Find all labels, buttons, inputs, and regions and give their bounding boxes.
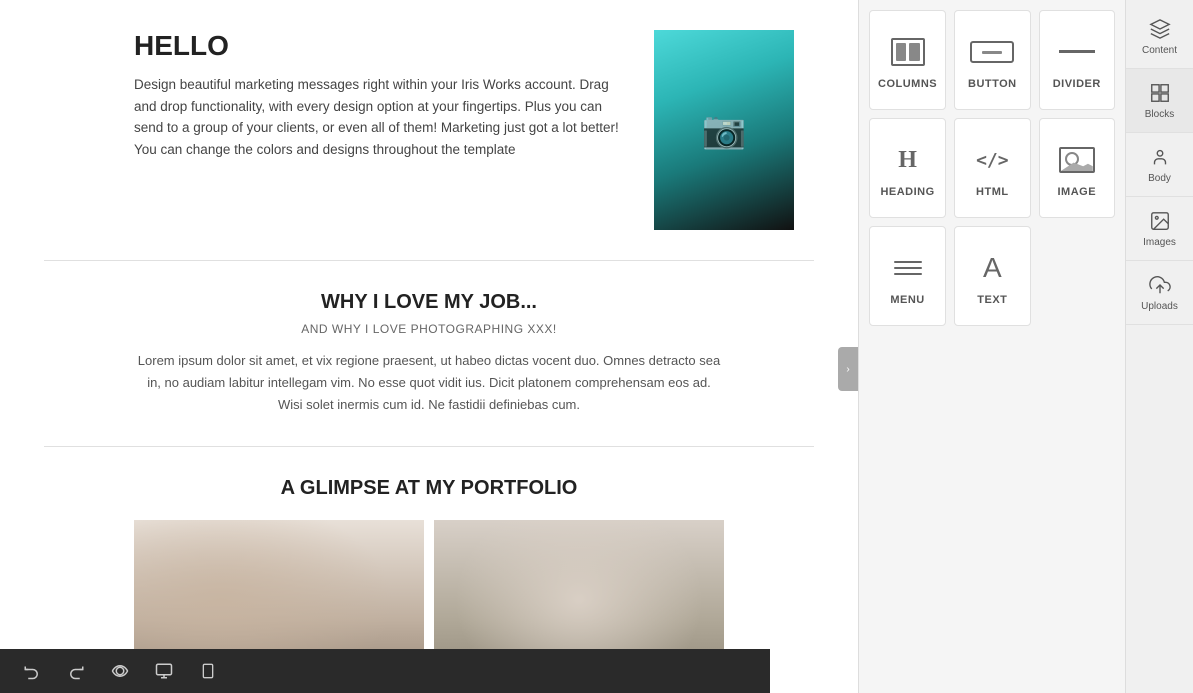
text-icon: A <box>983 250 1002 286</box>
component-button[interactable]: BUTTON <box>954 10 1030 110</box>
undo-button[interactable] <box>16 655 48 687</box>
love-body: Lorem ipsum dolor sit amet, et vix regio… <box>134 350 724 416</box>
component-divider[interactable]: DIVIDER <box>1039 10 1115 110</box>
hello-body: Design beautiful marketing messages righ… <box>134 74 634 160</box>
nav-item-images[interactable]: Images <box>1126 197 1193 261</box>
content-icon <box>1148 17 1172 41</box>
redo-button[interactable] <box>60 655 92 687</box>
images-icon <box>1148 209 1172 233</box>
preview-button[interactable] <box>104 655 136 687</box>
portfolio-heading: A GLIMPSE AT MY PORTFOLIO <box>134 477 724 500</box>
panel-toggle-button[interactable]: › <box>838 347 858 391</box>
text-label: TEXT <box>977 294 1007 306</box>
mobile-button[interactable] <box>192 655 224 687</box>
divider-label: DIVIDER <box>1053 78 1101 90</box>
component-text[interactable]: A TEXT <box>954 226 1030 326</box>
button-label: BUTTON <box>968 78 1017 90</box>
menu-label: MENU <box>890 294 924 306</box>
nav-item-blocks[interactable]: Blocks <box>1126 69 1193 133</box>
image-label: IMAGE <box>1057 186 1096 198</box>
html-label: HTML <box>976 186 1009 198</box>
right-panel: COLUMNS BUTTON DIVIDER H HEADING </ <box>858 0 1193 693</box>
nav-item-uploads[interactable]: Uploads <box>1126 261 1193 325</box>
html-icon: </> <box>976 142 1009 178</box>
content-label: Content <box>1142 45 1177 56</box>
love-heading: WHY I LOVE MY JOB... <box>134 291 724 314</box>
nav-item-body[interactable]: Body <box>1126 133 1193 197</box>
uploads-icon <box>1148 273 1172 297</box>
image-icon <box>1059 142 1095 178</box>
blocks-icon <box>1148 81 1172 105</box>
menu-icon <box>894 250 922 286</box>
heading-label: HEADING <box>880 186 934 198</box>
nav-item-content[interactable]: Content <box>1126 5 1193 69</box>
component-columns[interactable]: COLUMNS <box>869 10 946 110</box>
columns-label: COLUMNS <box>878 78 937 90</box>
section-hello: HELLO Design beautiful marketing message… <box>44 0 814 261</box>
images-label: Images <box>1143 237 1176 248</box>
bottom-toolbar <box>0 649 770 693</box>
component-html[interactable]: </> HTML <box>954 118 1030 218</box>
columns-icon <box>891 34 925 70</box>
chevron-right-icon: › <box>846 364 849 375</box>
component-grid: COLUMNS BUTTON DIVIDER H HEADING </ <box>859 0 1125 693</box>
hello-image <box>654 30 794 230</box>
right-nav: Content Blocks Body <box>1125 0 1193 693</box>
button-icon <box>970 34 1014 70</box>
main-content: HELLO Design beautiful marketing message… <box>0 0 858 693</box>
page-canvas: HELLO Design beautiful marketing message… <box>44 0 814 693</box>
component-image[interactable]: IMAGE <box>1039 118 1115 218</box>
heading-icon: H <box>898 142 917 178</box>
body-label: Body <box>1148 173 1171 184</box>
body-icon <box>1148 145 1172 169</box>
component-menu[interactable]: MENU <box>869 226 946 326</box>
section-love: WHY I LOVE MY JOB... AND WHY I LOVE PHOT… <box>44 261 814 447</box>
component-heading[interactable]: H HEADING <box>869 118 946 218</box>
desktop-button[interactable] <box>148 655 180 687</box>
divider-icon <box>1059 34 1095 70</box>
uploads-label: Uploads <box>1141 301 1178 312</box>
blocks-label: Blocks <box>1145 109 1174 120</box>
camera-photo <box>654 30 794 230</box>
hello-text: HELLO Design beautiful marketing message… <box>134 30 634 160</box>
love-subtitle: AND WHY I LOVE PHOTOGRAPHING XXX! <box>134 322 724 336</box>
hello-heading: HELLO <box>134 30 634 62</box>
